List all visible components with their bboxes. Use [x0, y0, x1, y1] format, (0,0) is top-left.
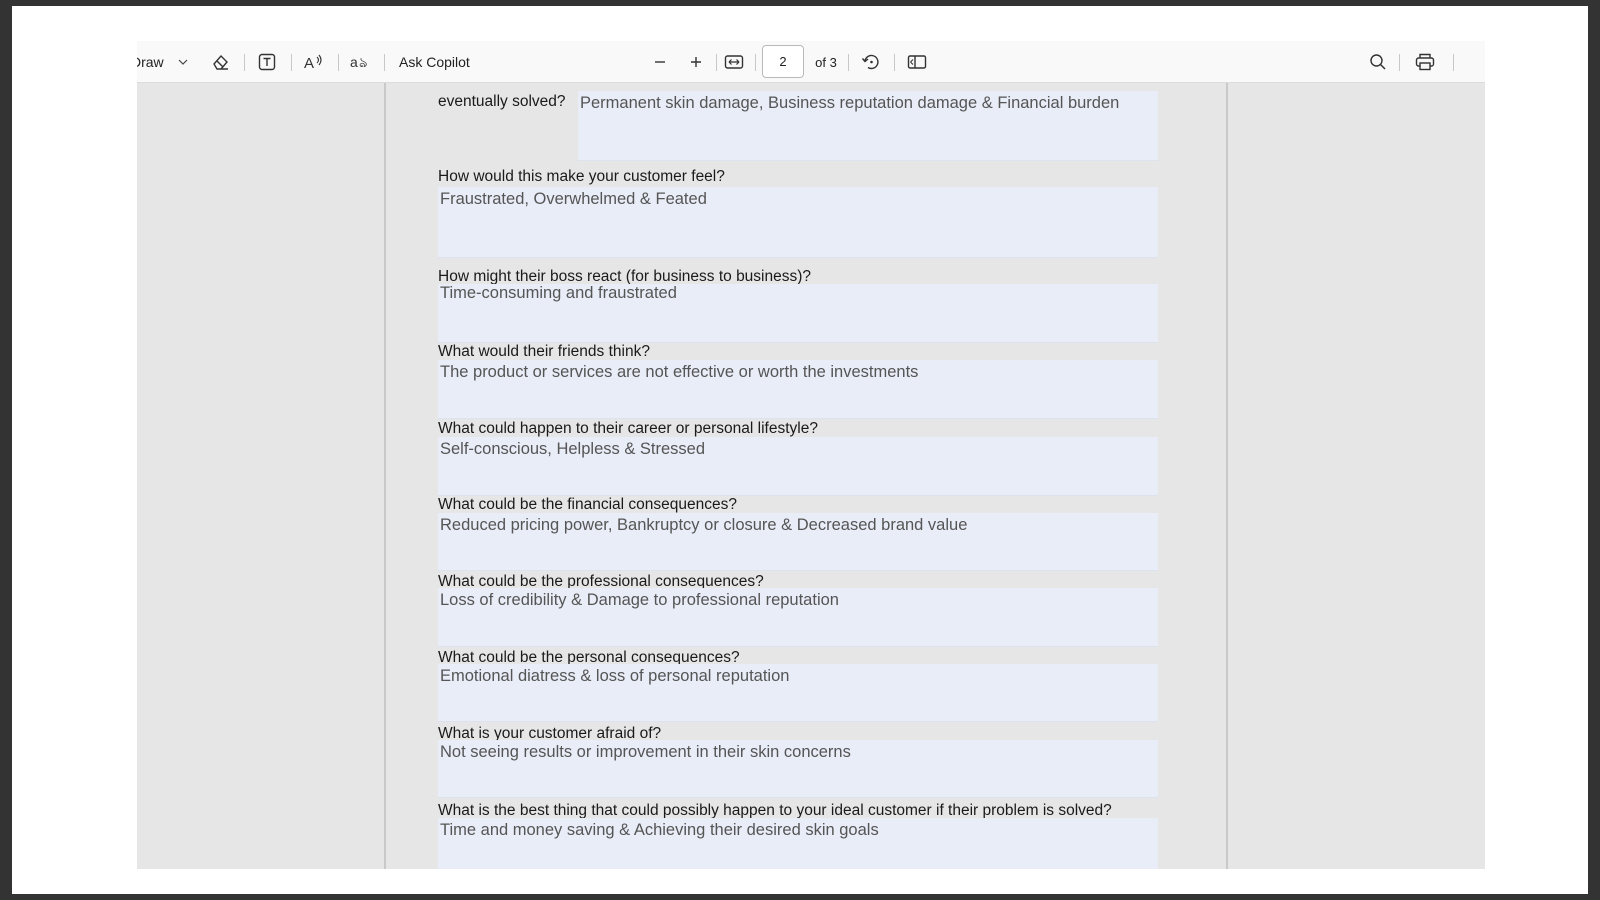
toolbar-divider: [755, 54, 756, 71]
eraser-icon[interactable]: [208, 41, 232, 83]
zoom-in-icon[interactable]: [685, 41, 707, 83]
zoom-out-icon[interactable]: [649, 41, 671, 83]
answer-text: Self-conscious, Helpless & Stressed: [440, 440, 706, 458]
fit-width-icon[interactable]: [722, 41, 746, 83]
svg-text:A: A: [304, 55, 314, 71]
question-label: What could be the financial consequences…: [438, 496, 738, 513]
toolbar-divider: [384, 54, 385, 71]
answer-text: Reduced pricing power, Bankruptcy or clo…: [440, 516, 968, 534]
pdf-page: eventually solved? Permanent skin damage…: [384, 83, 1228, 869]
answer-text: Not seeing results or improvement in the…: [440, 743, 851, 761]
page-number-input[interactable]: 2: [762, 45, 804, 78]
toolbar-divider: [1453, 54, 1454, 71]
text-box-icon[interactable]: [255, 41, 279, 83]
chevron-down-icon[interactable]: [174, 41, 192, 83]
page-view-icon[interactable]: [905, 41, 929, 83]
ask-copilot-label: Ask Copilot: [399, 54, 470, 70]
read-aloud-icon[interactable]: A: [302, 41, 326, 83]
draw-label: Draw: [137, 54, 164, 70]
answer-text: Loss of credibility & Damage to professi…: [440, 591, 839, 609]
answer-field[interactable]: Permanent skin damage, Business reputati…: [578, 91, 1158, 161]
answer-text: Permanent skin damage, Business reputati…: [580, 94, 1120, 112]
toolbar-divider: [1399, 54, 1400, 71]
question-label: What would their friends think?: [438, 343, 650, 360]
answer-field[interactable]: Self-conscious, Helpless & Stressed: [438, 437, 1158, 496]
answer-field[interactable]: Emotional diatress & loss of personal re…: [438, 664, 1158, 722]
question-label: eventually solved?: [438, 93, 566, 110]
answer-text: Time and money saving & Achieving their …: [440, 821, 879, 839]
page-number-value: 2: [779, 54, 787, 69]
toolbar-divider: [291, 54, 292, 71]
toolbar-divider: [894, 54, 895, 71]
answer-field[interactable]: Fraustrated, Overwhelmed & Feated: [438, 187, 1158, 258]
draw-button[interactable]: Draw: [137, 41, 169, 83]
pdf-viewer-window: Draw A aঌ Ask Copilot: [137, 41, 1485, 869]
answer-text: Fraustrated, Overwhelmed & Feated: [440, 190, 707, 208]
answer-text: Time-consuming and fraustrated: [440, 284, 677, 302]
ask-copilot-button[interactable]: Ask Copilot: [399, 41, 479, 83]
answer-field[interactable]: Time-consuming and fraustrated: [438, 284, 1158, 343]
screen-frame: Draw A aঌ Ask Copilot: [12, 6, 1588, 894]
toolbar-divider: [848, 54, 849, 71]
toolbar-divider: [244, 54, 245, 71]
print-icon[interactable]: [1413, 41, 1437, 83]
answer-field[interactable]: Loss of credibility & Damage to professi…: [438, 588, 1158, 647]
toolbar-divider: [716, 54, 717, 71]
answer-field[interactable]: Reduced pricing power, Bankruptcy or clo…: [438, 513, 1158, 571]
pdf-toolbar: Draw A aঌ Ask Copilot: [137, 41, 1485, 83]
answer-field[interactable]: Time and money saving & Achieving their …: [438, 818, 1158, 869]
answer-field[interactable]: The product or services are not effectiv…: [438, 360, 1158, 419]
translate-icon[interactable]: aঌ: [348, 41, 374, 83]
answer-text: Emotional diatress & loss of personal re…: [440, 667, 790, 685]
question-label: How would this make your customer feel?: [438, 168, 725, 185]
question-label: What could happen to their career or per…: [438, 420, 818, 437]
page-total-label: of 3: [815, 54, 837, 70]
search-icon[interactable]: [1366, 41, 1390, 83]
answer-text: The product or services are not effectiv…: [440, 363, 919, 381]
answer-field[interactable]: Not seeing results or improvement in the…: [438, 740, 1158, 798]
page-total: of 3: [811, 41, 841, 83]
svg-text:a: a: [350, 54, 358, 70]
rotate-icon[interactable]: [859, 41, 883, 83]
toolbar-divider: [338, 54, 339, 71]
svg-text:ঌ: ঌ: [359, 56, 367, 71]
